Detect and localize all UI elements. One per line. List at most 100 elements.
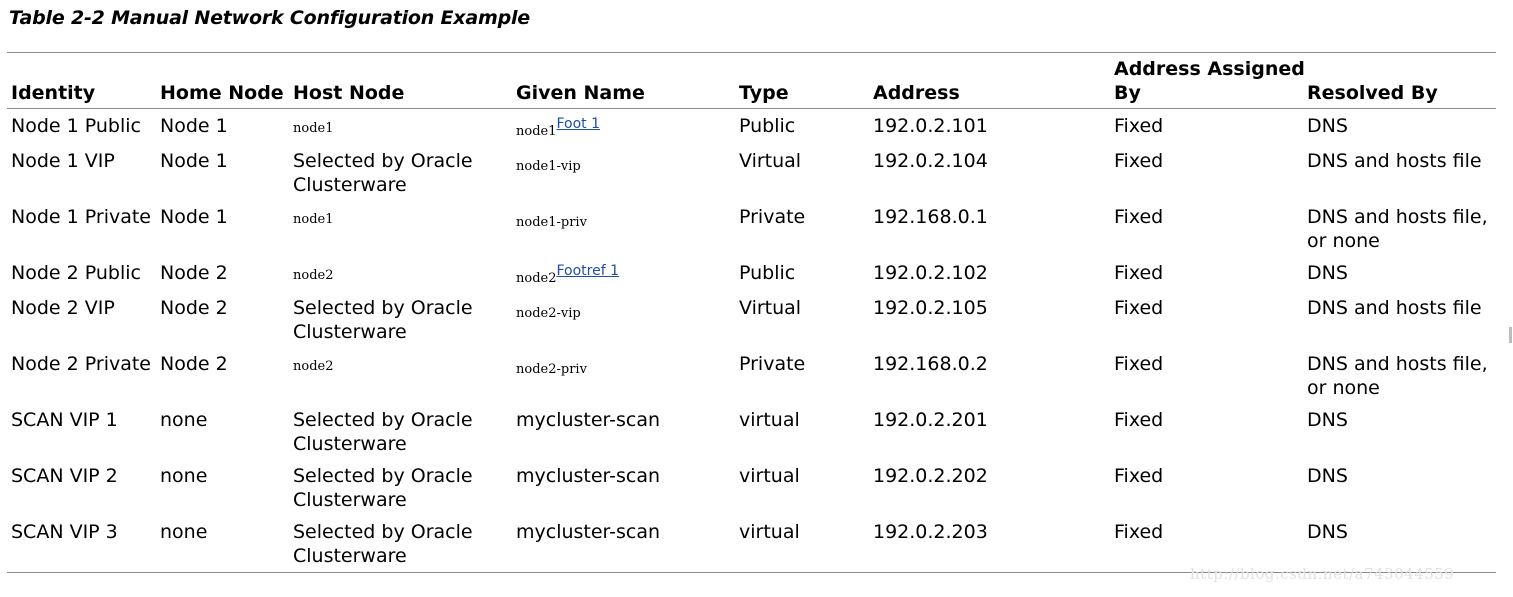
cell-identity: Node 2 VIP [11,297,115,319]
table-caption: Table 2-2 Manual Network Configuration E… [9,7,530,29]
cell-resolved: or none [1307,377,1380,399]
cell-home: none [160,409,208,431]
cell-host: Clusterware [293,489,407,511]
cell-resolved: DNS [1307,409,1348,431]
header-given-name: Given Name [516,82,645,104]
cell-address: 192.0.2.104 [873,150,988,172]
cell-host: node2 [293,261,334,288]
cell-given: node2Footref 1 [516,263,620,291]
cell-type: virtual [739,409,800,431]
cell-address: 192.0.2.201 [873,409,988,431]
cell-host: Selected by Oracle [293,297,473,319]
cell-assigned: Fixed [1114,150,1164,172]
cell-type: virtual [739,521,800,543]
cell-address: 192.0.2.101 [873,115,988,137]
cell-address: 192.0.2.102 [873,262,988,284]
header-resolved-by: Resolved By [1307,82,1438,104]
cell-home: Node 1 [160,150,228,172]
cell-type: virtual [739,465,800,487]
footnote-link[interactable]: Footref 1 [557,263,620,279]
cell-type: Private [739,206,806,228]
cell-identity: SCAN VIP 3 [11,521,118,543]
cell-identity: Node 2 Public [11,262,141,284]
cell-host: Clusterware [293,433,407,455]
code-text: node1 [293,121,334,136]
cell-assigned: Fixed [1114,353,1164,375]
footnote-link[interactable]: Foot 1 [557,116,601,132]
cell-identity: Node 1 Private [11,206,151,228]
cell-resolved: or none [1307,230,1380,252]
code-text: node2 [293,359,334,374]
cell-type: Virtual [739,150,802,172]
cell-assigned: Fixed [1114,521,1164,543]
header-address-assigned-by: By [1114,82,1141,104]
cell-resolved: DNS [1307,465,1348,487]
header-type: Type [739,82,789,104]
cell-home: none [160,521,208,543]
cell-host: node1 [293,205,334,232]
cell-given: node1Foot 1 [516,116,601,144]
code-text: node2 [516,271,557,286]
cell-resolved: DNS and hosts file, [1307,206,1488,228]
cell-identity: Node 1 VIP [11,150,115,172]
cell-host: Clusterware [293,545,407,567]
code-text: node2-vip [516,306,581,321]
watermark: http://blog.csdn.net/a743044559 [1190,565,1455,583]
header-home-node: Home Node [160,82,284,104]
cell-given: mycluster-scan [516,521,661,543]
cell-given: node1-vip [516,152,581,179]
cell-resolved: DNS and hosts file, [1307,353,1488,375]
cell-given: mycluster-scan [516,465,661,487]
cell-assigned: Fixed [1114,409,1164,431]
cell-identity: Node 2 Private [11,353,151,375]
cell-host: Clusterware [293,174,407,196]
cell-host: Clusterware [293,321,407,343]
cell-resolved: DNS [1307,115,1348,137]
cell-address: 192.0.2.203 [873,521,988,543]
cell-type: Virtual [739,297,802,319]
cell-host: Selected by Oracle [293,409,473,431]
cell-assigned: Fixed [1114,465,1164,487]
header-host-node: Host Node [293,82,405,104]
cell-home: none [160,465,208,487]
cell-address: 192.168.0.2 [873,353,988,375]
cell-resolved: DNS and hosts file [1307,297,1482,319]
header-rule [7,108,1496,109]
code-text: node1-priv [516,215,587,230]
cell-given: node1-priv [516,208,587,235]
cell-host: Selected by Oracle [293,150,473,172]
cell-resolved: DNS and hosts file [1307,150,1482,172]
cell-assigned: Fixed [1114,115,1164,137]
top-rule [7,52,1496,53]
cell-type: Private [739,353,806,375]
cell-address: 192.168.0.1 [873,206,988,228]
cell-assigned: Fixed [1114,262,1164,284]
cell-resolved: DNS [1307,262,1348,284]
code-text: node1-vip [516,159,581,174]
cell-home: Node 2 [160,297,228,319]
cell-host: Selected by Oracle [293,465,473,487]
cell-given: node2-vip [516,299,581,326]
cell-assigned: Fixed [1114,297,1164,319]
header-identity: Identity [11,82,96,104]
cell-address: 192.0.2.105 [873,297,988,319]
cell-identity: SCAN VIP 1 [11,409,118,431]
cell-host: node2 [293,352,334,379]
cell-resolved: DNS [1307,521,1348,543]
cell-address: 192.0.2.202 [873,465,988,487]
cell-type: Public [739,115,796,137]
code-text: node1 [293,212,334,227]
cell-assigned: Fixed [1114,206,1164,228]
cell-identity: Node 1 Public [11,115,141,137]
header-address: Address [873,82,960,104]
cell-given: node2-priv [516,355,587,382]
cell-identity: SCAN VIP 2 [11,465,118,487]
code-text: node1 [516,124,557,139]
cell-type: Public [739,262,796,284]
scrollbar-marker[interactable] [1509,327,1512,343]
cell-home: Node 1 [160,206,228,228]
header-address-assigned: Address Assigned [1114,58,1305,80]
cell-home: Node 1 [160,115,228,137]
cell-given: mycluster-scan [516,409,661,431]
code-text: node2 [293,268,334,283]
